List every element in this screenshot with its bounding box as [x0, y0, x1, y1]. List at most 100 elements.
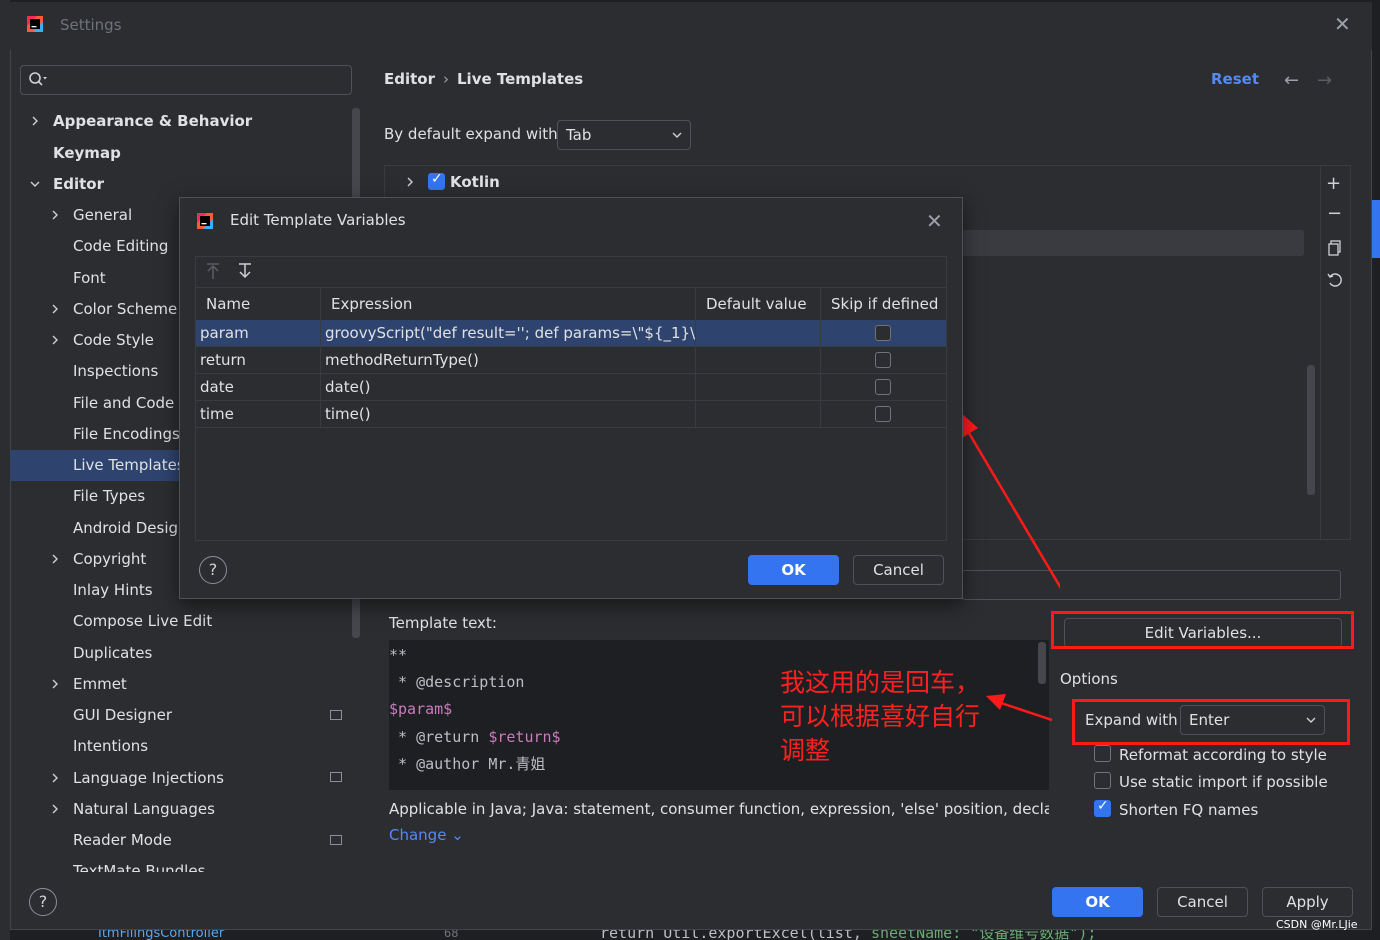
change-context-link[interactable]: Change ⌄ [389, 826, 464, 844]
column-header-default-value[interactable]: Default value [696, 288, 821, 320]
cell-default-value[interactable] [696, 320, 821, 347]
kotlin-group-checkbox[interactable] [428, 171, 445, 190]
dialog-cancel-button[interactable]: Cancel [853, 555, 944, 585]
chevron-down-icon[interactable] [30, 179, 40, 189]
cell-expression[interactable]: groovyScript("def result=''; def params=… [321, 320, 696, 347]
skip-if-defined-checkbox[interactable] [875, 325, 891, 341]
sidebar-item-reader-mode[interactable]: Reader Mode [73, 825, 172, 855]
cell-name[interactable]: date [196, 374, 321, 401]
chevron-right-icon[interactable] [50, 679, 60, 689]
table-row[interactable]: time time() [196, 401, 946, 428]
title-bar [10, 2, 1372, 50]
table-row[interactable]: param groovyScript("def result=''; def p… [196, 320, 946, 347]
chevron-right-icon[interactable] [50, 304, 60, 314]
breadcrumb-editor[interactable]: Editor [384, 70, 435, 88]
skip-if-defined-checkbox[interactable] [875, 406, 891, 422]
sidebar-item-gui-designer[interactable]: GUI Designer [73, 700, 172, 730]
move-up-icon[interactable] [205, 263, 221, 281]
applicable-context-text: Applicable in Java; Java: statement, con… [389, 800, 1049, 818]
copy-icon[interactable] [1327, 240, 1343, 256]
reformat-checkbox[interactable] [1094, 745, 1111, 762]
sidebar-item-intentions[interactable]: Intentions [73, 731, 148, 761]
sidebar-item-code-style[interactable]: Code Style [73, 325, 154, 355]
window-title: Settings [60, 16, 122, 34]
static-import-checkbox[interactable] [1094, 772, 1111, 789]
code-line: * @author Mr.青姐 [389, 755, 546, 773]
dialog-title: Edit Template Variables [230, 211, 406, 229]
cell-name[interactable]: time [196, 401, 321, 428]
breadcrumb: Editor › Live Templates [384, 70, 583, 88]
sidebar-item-textmate-bundles[interactable]: TextMate Bundles [73, 856, 205, 872]
ide-right-strip [1372, 0, 1380, 940]
sidebar-item-code-editing[interactable]: Code Editing [73, 231, 168, 261]
forward-arrow-icon[interactable]: → [1317, 70, 1332, 91]
add-icon[interactable]: + [1326, 173, 1341, 194]
cell-name[interactable]: return [196, 347, 321, 374]
chevron-right-icon[interactable] [30, 116, 40, 126]
sidebar-item-keymap[interactable]: Keymap [53, 138, 121, 168]
sidebar-item-duplicates[interactable]: Duplicates [73, 638, 152, 668]
sidebar-item-general[interactable]: General [73, 200, 132, 230]
sidebar-item-inlay-hints[interactable]: Inlay Hints [73, 575, 153, 605]
project-level-icon [330, 772, 342, 782]
move-down-icon[interactable] [237, 263, 253, 281]
chevron-right-icon[interactable] [50, 773, 60, 783]
chevron-right-icon[interactable] [50, 335, 60, 345]
column-header-name[interactable]: Name [196, 288, 321, 320]
skip-if-defined-checkbox[interactable] [875, 379, 891, 395]
dialog-ok-button[interactable]: OK [748, 555, 839, 585]
shorten-fq-checkbox[interactable] [1094, 798, 1111, 817]
default-expand-label: By default expand with [384, 125, 558, 143]
table-row[interactable]: return methodReturnType() [196, 347, 946, 374]
sidebar-item-file-types[interactable]: File Types [73, 481, 145, 511]
dialog-help-icon[interactable]: ? [199, 556, 227, 584]
sidebar-item-appearance[interactable]: Appearance & Behavior [53, 106, 252, 136]
annotation-box-expand-with [1072, 699, 1350, 745]
table-row[interactable]: date date() [196, 374, 946, 401]
cell-default-value[interactable] [696, 401, 821, 428]
template-text-label: Template text: [389, 614, 497, 632]
cell-name[interactable]: param [196, 320, 321, 347]
chevron-right-icon[interactable] [50, 554, 60, 564]
sidebar-item-font[interactable]: Font [73, 263, 106, 293]
chevron-right-icon[interactable] [50, 804, 60, 814]
skip-if-defined-checkbox[interactable] [875, 352, 891, 368]
sidebar-item-natural-languages[interactable]: Natural Languages [73, 794, 215, 824]
cell-default-value[interactable] [696, 374, 821, 401]
chevron-right-icon[interactable] [405, 177, 415, 187]
back-arrow-icon[interactable]: ← [1284, 70, 1299, 91]
cell-expression[interactable]: time() [321, 401, 696, 428]
column-header-skip-if-defined[interactable]: Skip if defined [821, 288, 946, 320]
restore-icon[interactable] [1326, 272, 1344, 288]
remove-icon[interactable]: − [1327, 203, 1342, 224]
sidebar-item-file-encodings[interactable]: File Encodings [73, 419, 180, 449]
dialog-close-icon[interactable]: ✕ [926, 209, 943, 233]
chevron-right-icon[interactable] [50, 210, 60, 220]
cancel-button[interactable]: Cancel [1157, 887, 1248, 917]
column-header-expression[interactable]: Expression [321, 288, 696, 320]
template-list-scrollbar[interactable] [1307, 365, 1315, 495]
settings-search-input[interactable] [20, 65, 352, 95]
sidebar-item-editor[interactable]: Editor [53, 169, 104, 199]
reset-link[interactable]: Reset [1211, 70, 1259, 88]
cell-expression[interactable]: date() [321, 374, 696, 401]
sidebar-item-live-templates[interactable]: Live Templates [73, 450, 185, 480]
apply-button[interactable]: Apply [1262, 887, 1353, 917]
reformat-label: Reformat according to style [1119, 746, 1327, 764]
cell-expression[interactable]: methodReturnType() [321, 347, 696, 374]
sidebar-item-copyright[interactable]: Copyright [73, 544, 146, 574]
help-icon[interactable]: ? [29, 888, 57, 916]
cell-default-value[interactable] [696, 347, 821, 374]
sidebar-item-language-injections[interactable]: Language Injections [73, 763, 224, 793]
options-title: Options [1060, 670, 1118, 688]
ide-left-strip [0, 0, 10, 940]
default-expand-combo[interactable]: Tab [557, 120, 691, 150]
sidebar-item-inspections[interactable]: Inspections [73, 356, 158, 386]
template-row-highlight [960, 230, 1304, 256]
annotation-box-edit-variables [1051, 611, 1354, 649]
ok-button[interactable]: OK [1052, 887, 1143, 917]
sidebar-item-emmet[interactable]: Emmet [73, 669, 127, 699]
sidebar-item-color-scheme[interactable]: Color Scheme [73, 294, 177, 324]
sidebar-item-compose-live-edit[interactable]: Compose Live Edit [73, 606, 212, 636]
window-close-icon[interactable]: ✕ [1334, 14, 1351, 34]
